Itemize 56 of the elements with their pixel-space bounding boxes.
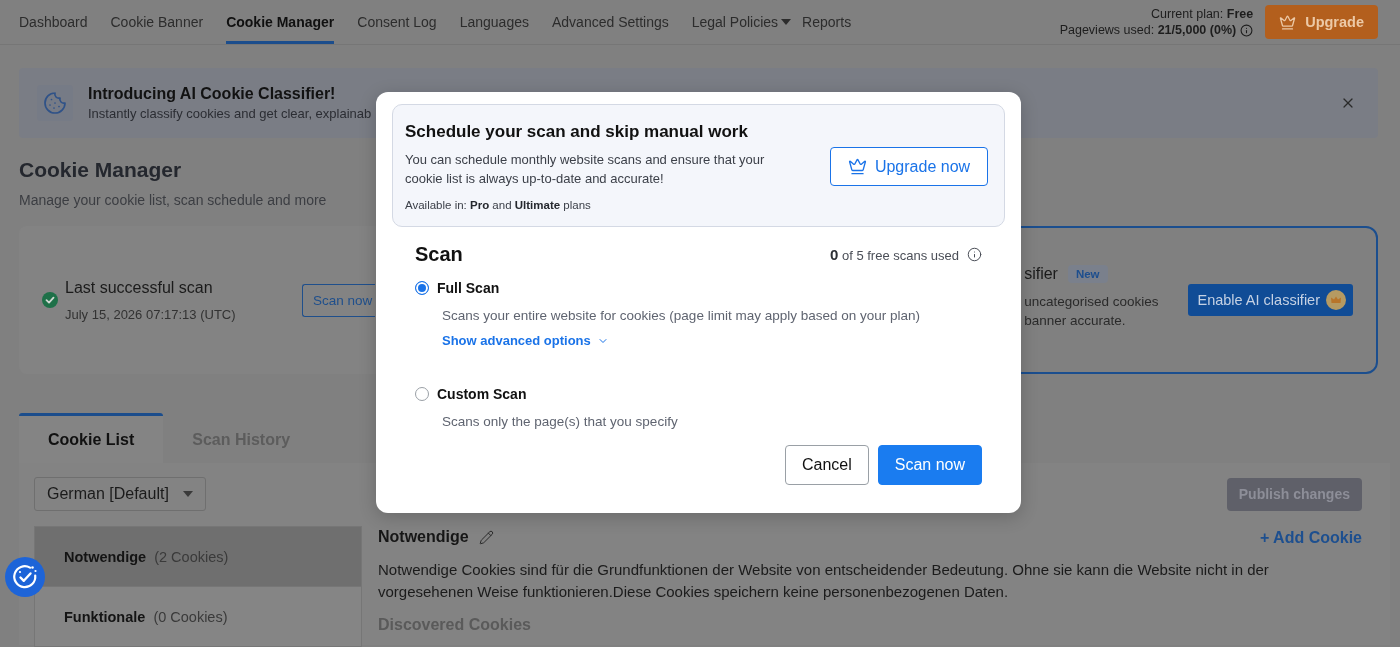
crown-icon [1279, 13, 1297, 31]
banner-title: Introducing AI Cookie Classifier! [88, 85, 337, 103]
cookie-icon [37, 85, 73, 121]
option-label: Full Scan [437, 280, 500, 296]
scan-date: July 15, 2026 07:17:13 (UTC) [65, 306, 237, 322]
card-text: uncategorised cookies [1024, 292, 1159, 311]
tab[interactable]: Cookie List [19, 413, 164, 463]
banner-text: Instantly classify cookies and get clear, explainab [88, 106, 372, 121]
page-subtitle: Manage your cookie list, scan schedule and more [19, 192, 327, 208]
dialog-title: Scan [415, 243, 463, 266]
nav-tab[interactable]: Reports [802, 0, 852, 44]
check-circle-icon [42, 292, 58, 308]
info-icon[interactable] [967, 247, 982, 262]
nav-tab[interactable]: Legal Policies [691, 0, 792, 44]
cookie-check-icon [11, 563, 39, 591]
upgrade-button[interactable]: Upgrade [1265, 5, 1378, 39]
scan-usage-text: 0 of 5 free scans used [829, 246, 959, 263]
add-cookie-link[interactable]: + Add Cookie [1259, 529, 1362, 547]
advanced-options-link[interactable]: Show advanced options [442, 333, 609, 348]
card-title: sifier [1024, 264, 1058, 283]
radio-button[interactable] [415, 281, 429, 295]
scan-now-button[interactable]: Scan now [302, 283, 376, 317]
page-title: Cookie Manager [19, 158, 182, 182]
scan-now-button[interactable]: Scan now [877, 445, 982, 485]
card-title: Last successful scan [65, 278, 214, 297]
category-title: Notwendige [378, 528, 469, 546]
edit-icon[interactable] [478, 529, 494, 545]
card-text: banner accurate. [1024, 311, 1127, 330]
nav-tab[interactable]: Consent Log [357, 0, 437, 44]
radio-button[interactable] [415, 387, 429, 401]
caret-icon [183, 491, 193, 497]
cookie-consent-button[interactable] [5, 557, 45, 597]
option-description: Scans your entire website for cookies (page limit may apply based on your plan) [442, 308, 920, 323]
option-description: Scans only the page(s) that you specify [442, 414, 678, 429]
crown-icon [847, 157, 867, 176]
language-select[interactable]: German [Default] [34, 477, 206, 511]
caret-icon [781, 19, 792, 25]
new-badge: New [1067, 264, 1108, 283]
promo-text: You can schedule monthly website scans and ensure that your cookie list is always up-to-date and accurate! [405, 151, 766, 188]
pageviews-label: Pageviews used: 21/5,000 (0%) [1059, 22, 1237, 38]
nav-tab[interactable]: Cookie Banner [110, 0, 204, 44]
nav-tab[interactable]: Advanced Settings [551, 0, 669, 44]
category-description: Notwendige Cookies sind für die Grundfunktionen der Website von entscheidender Bedeutung. Ohne sie kann die Website nicht in der vorgesehenen Weise funktionieren.Diese Cookies speichern keine personenbezogenen Daten. [378, 560, 1270, 602]
option-label: Custom Scan [437, 386, 527, 402]
plan-label: Current plan: Free [1151, 6, 1254, 22]
nav-tab[interactable]: Languages [459, 0, 529, 44]
availability-text: Available in: Pro and Ultimate plans [405, 199, 591, 211]
crown-coin-icon [1326, 290, 1346, 310]
nav-tab[interactable]: Dashboard [19, 0, 88, 44]
enable-ai-classifier-button[interactable]: Enable AI classifier [1188, 284, 1353, 316]
upgrade-now-button[interactable]: Upgrade now [830, 147, 988, 186]
nav-tab[interactable]: Cookie Manager [226, 0, 335, 44]
info-icon[interactable] [1240, 23, 1254, 37]
category-item[interactable]: Funktionale (0 Cookies) [34, 586, 362, 647]
promo-title: Schedule your scan and skip manual work [405, 122, 748, 142]
cancel-button[interactable]: Cancel [784, 445, 869, 485]
